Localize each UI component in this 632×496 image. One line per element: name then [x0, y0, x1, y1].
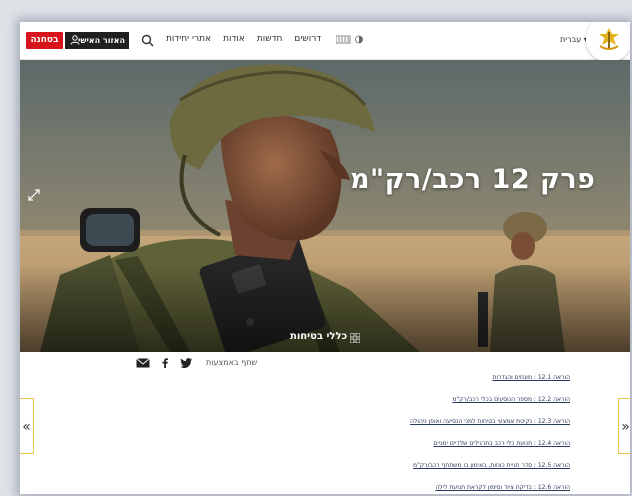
carousel-prev-button[interactable]: « — [20, 398, 34, 454]
twitter-icon[interactable] — [180, 358, 192, 368]
instruction-link[interactable]: הוראה 12.6 : בדיקת ציוד וסימון לקראת תנו… — [250, 482, 570, 494]
main-nav: דרושים חדשות אודות אתרי יחידות — [166, 34, 321, 48]
category-tag[interactable]: כללי בטיחות — [290, 331, 347, 342]
personal-area-button[interactable]: האזור האישי — [65, 32, 129, 49]
personal-area-label: האזור האישי — [78, 36, 125, 45]
instruction-link[interactable]: הוראה 12.3 : נקיטת אמצעי בטיחות למני הנס… — [250, 416, 570, 438]
top-navigation-bar: בטחנה האזור האישי דרושים חדשות אודות אתר… — [20, 22, 630, 62]
instruction-link[interactable]: הוראה 12.2 : מספר הנוסעים בכלי רכב/רק"מ — [250, 394, 570, 416]
nav-item-jobs[interactable]: דרושים — [294, 34, 321, 48]
user-icon — [70, 35, 80, 45]
email-icon[interactable] — [136, 358, 150, 368]
instruction-link[interactable]: הוראה 12.4 : תנועת כלי רכב בתרגילים שלדי… — [250, 438, 570, 460]
accessibility-icons[interactable] — [336, 34, 364, 46]
facebook-icon[interactable] — [162, 358, 168, 368]
language-selector[interactable]: עברית ▾ — [560, 35, 588, 44]
hero-banner: פרק 12 רכב/רק"מ כללי בטיחות — [20, 60, 630, 352]
carousel-next-button[interactable]: » — [618, 398, 630, 454]
idf-emblem-icon — [586, 22, 630, 62]
badge-button[interactable]: בטחנה — [26, 32, 63, 49]
instruction-link[interactable]: הוראה 12.5 : סדר חניית כוחות, באימון בו … — [250, 460, 570, 482]
expand-icon[interactable] — [27, 188, 41, 202]
search-icon[interactable] — [141, 34, 154, 47]
instruction-link[interactable]: הוראה 12.1 : מונחים והגדרות — [250, 372, 570, 394]
nav-item-unit-sites[interactable]: אתרי יחידות — [166, 34, 211, 48]
share-label: שתף באמצעות — [206, 358, 258, 367]
browser-frame: בטחנה האזור האישי דרושים חדשות אודות אתר… — [20, 22, 630, 494]
grid-icon — [350, 333, 360, 343]
page-title: פרק 12 רכב/רק"מ — [350, 164, 596, 195]
instructions-list: הוראה 12.1 : מונחים והגדרות הוראה 12.2 :… — [250, 372, 570, 494]
nav-item-news[interactable]: חדשות — [257, 34, 283, 48]
nav-item-about[interactable]: אודות — [223, 34, 245, 48]
hero-soldier-image — [20, 60, 630, 352]
share-bar: שתף באמצעות — [20, 354, 630, 372]
idf-logo[interactable] — [586, 22, 630, 62]
